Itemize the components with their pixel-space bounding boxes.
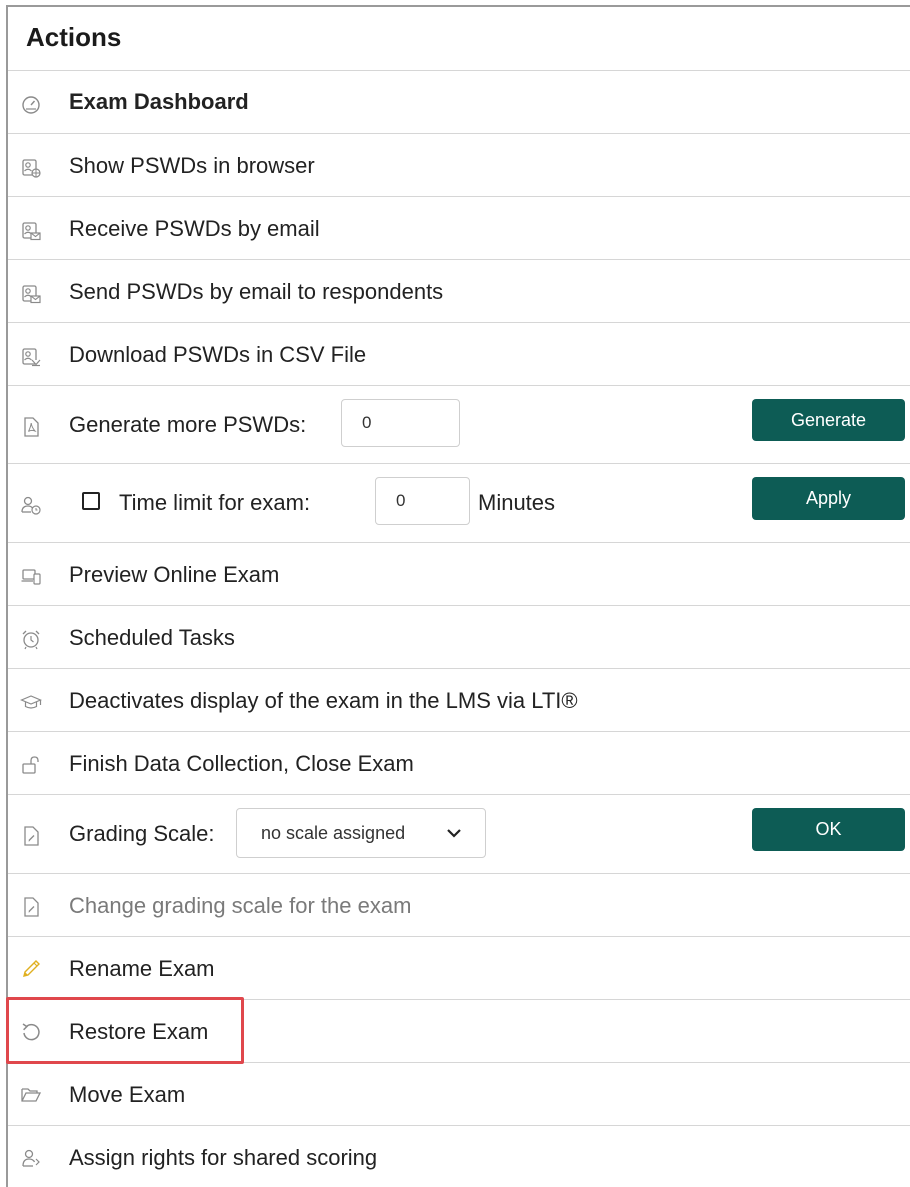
person-share-icon: [20, 1147, 42, 1169]
action-label: Scheduled Tasks: [69, 625, 235, 650]
chevron-down-icon: [445, 824, 463, 842]
action-time-limit: Time limit for exam: Minutes Apply: [8, 464, 910, 543]
action-change-grading-scale[interactable]: Change grading scale for the exam: [8, 874, 910, 937]
action-label: Exam Dashboard: [69, 89, 249, 114]
grading-scale-select[interactable]: no scale assigned: [236, 808, 486, 858]
action-generate-pswds: Generate more PSWDs: Generate: [8, 386, 910, 464]
action-rename-exam[interactable]: Rename Exam: [8, 937, 910, 1000]
pdf-document-icon: [20, 416, 42, 438]
action-show-pswds[interactable]: Show PSWDs in browser: [8, 134, 910, 197]
action-scheduled-tasks[interactable]: Scheduled Tasks: [8, 606, 910, 669]
action-label: Receive PSWDs by email: [69, 216, 320, 241]
action-label: Move Exam: [69, 1082, 186, 1107]
alarm-clock-icon: [20, 628, 42, 650]
action-assign-rights[interactable]: Assign rights for shared scoring: [8, 1126, 910, 1187]
action-grading-scale: Grading Scale: no scale assigned OK: [8, 795, 910, 874]
unlock-icon: [20, 754, 42, 776]
action-preview-exam[interactable]: Preview Online Exam: [8, 543, 910, 606]
pencil-icon: [20, 958, 42, 980]
action-exam-dashboard[interactable]: Exam Dashboard: [8, 71, 910, 134]
action-move-exam[interactable]: Move Exam: [8, 1063, 910, 1126]
document-edit-icon: [20, 896, 42, 918]
apply-button[interactable]: Apply: [752, 477, 905, 520]
graduation-cap-icon: [20, 691, 42, 713]
action-deactivate-lti[interactable]: Deactivates display of the exam in the L…: [8, 669, 910, 732]
generate-count-input[interactable]: [341, 399, 460, 447]
contact-download-icon: [20, 346, 42, 368]
action-send-pswds[interactable]: Send PSWDs by email to respondents: [8, 260, 910, 323]
action-label: Download PSWDs in CSV File: [69, 342, 367, 367]
person-clock-icon: [20, 494, 42, 516]
restore-exam-highlight: [6, 997, 244, 1064]
action-finish-close-exam[interactable]: Finish Data Collection, Close Exam: [8, 732, 910, 795]
actions-panel: Actions Exam Dashboard Show PSWDs in bro…: [0, 0, 910, 1187]
time-limit-input[interactable]: [375, 477, 470, 525]
time-limit-checkbox[interactable]: [82, 492, 100, 510]
action-label: Rename Exam: [69, 956, 215, 981]
action-label: Send PSWDs by email to respondents: [69, 279, 444, 304]
action-label: Finish Data Collection, Close Exam: [69, 751, 414, 776]
action-label: Deactivates display of the exam in the L…: [69, 688, 578, 713]
folder-open-icon: [20, 1084, 42, 1106]
contact-mail-icon: [20, 220, 42, 242]
action-download-pswds[interactable]: Download PSWDs in CSV File: [8, 323, 910, 386]
document-edit-icon: [20, 825, 42, 847]
grading-scale-selected: no scale assigned: [261, 823, 406, 843]
panel-title: Actions: [26, 22, 122, 52]
generate-button[interactable]: Generate: [752, 399, 905, 441]
contact-globe-icon: [20, 157, 42, 179]
action-label: Assign rights for shared scoring: [69, 1145, 378, 1170]
dashboard-gauge-icon: [20, 93, 42, 115]
time-limit-label: Time limit for exam:: [119, 490, 311, 515]
ok-button[interactable]: OK: [752, 808, 905, 851]
grading-scale-label: Grading Scale:: [69, 821, 215, 846]
action-label: Show PSWDs in browser: [69, 153, 315, 178]
time-limit-unit: Minutes: [478, 490, 556, 515]
devices-icon: [20, 565, 42, 587]
generate-label: Generate more PSWDs:: [69, 412, 307, 437]
action-receive-pswds[interactable]: Receive PSWDs by email: [8, 197, 910, 260]
panel-header: Actions: [8, 7, 910, 71]
contact-mail-icon: [20, 283, 42, 305]
action-label: Change grading scale for the exam: [69, 893, 412, 918]
action-label: Preview Online Exam: [69, 562, 280, 587]
